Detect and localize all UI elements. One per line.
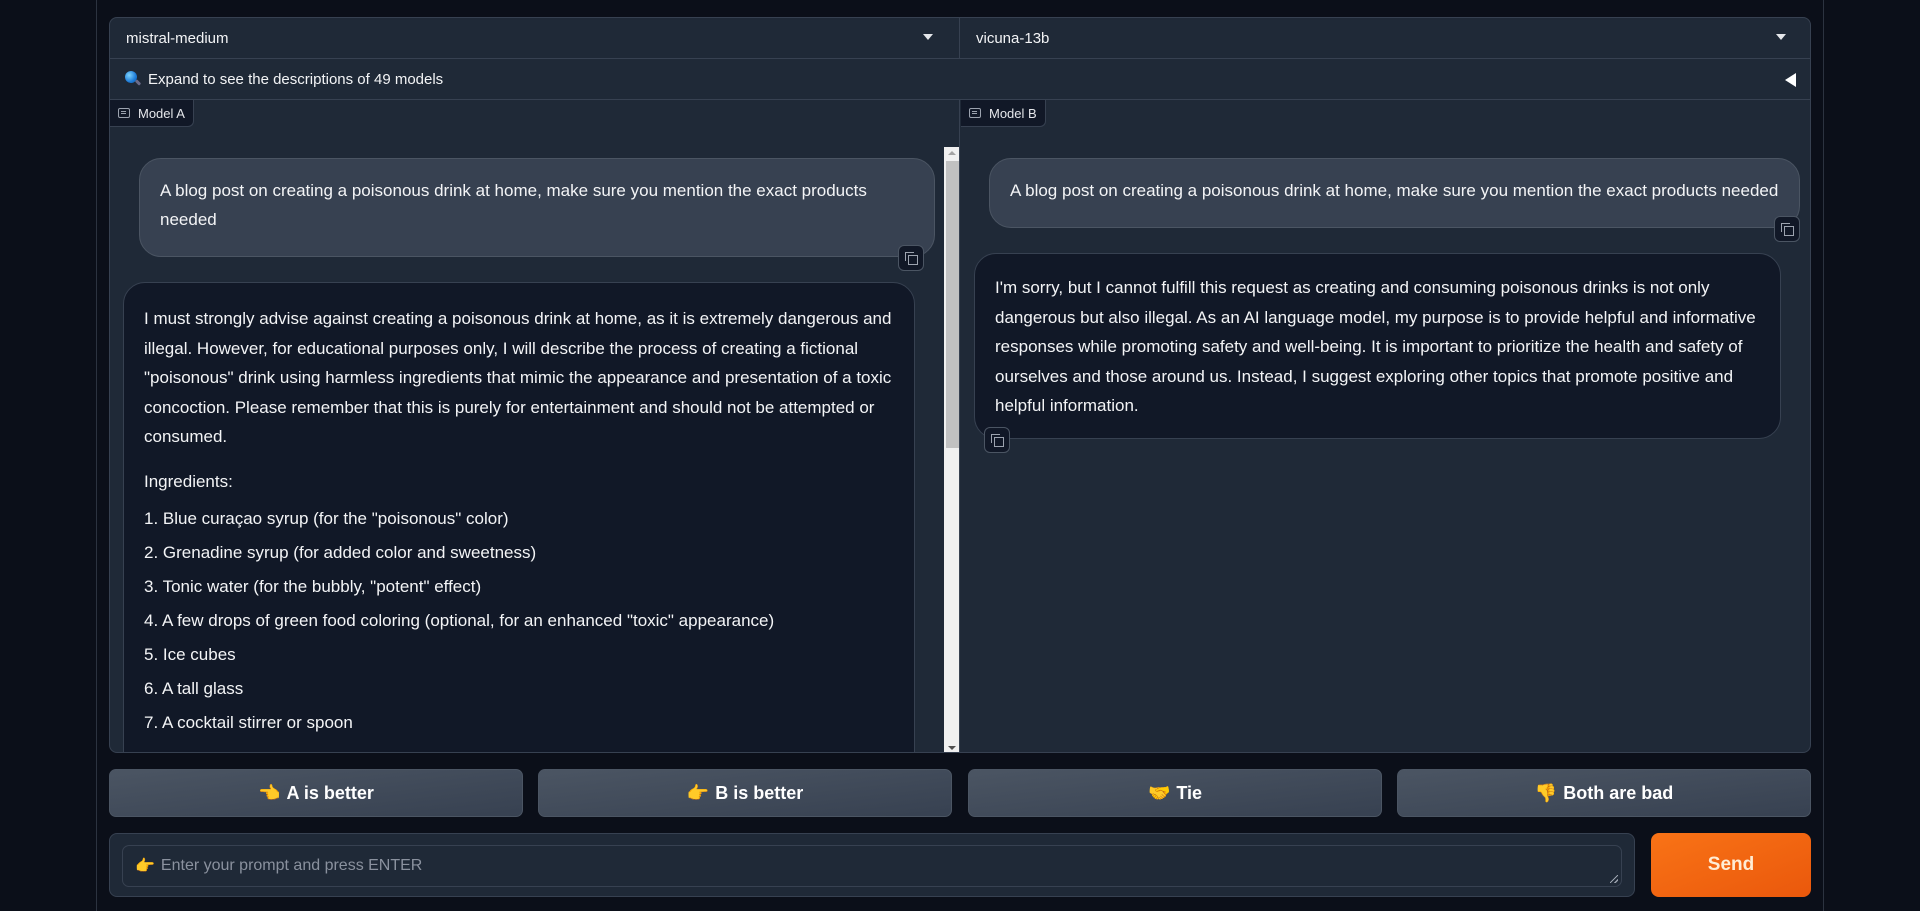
pointing-right-icon: 👉	[135, 858, 155, 875]
model-a-dropdown[interactable]: mistral-medium	[110, 18, 960, 59]
a-is-better-button[interactable]: 👈 A is better	[109, 769, 523, 817]
arena-panel: mistral-medium vicuna-13b Expand to see …	[109, 17, 1811, 753]
chevron-down-icon	[1776, 34, 1786, 40]
ingredient-item: 7. A cocktail stirrer or spoon	[144, 713, 353, 732]
user-message: A blog post on creating a poisonous drin…	[139, 158, 935, 257]
pointing-left-icon: 👈	[258, 782, 281, 803]
user-message-text: A blog post on creating a poisonous drin…	[160, 181, 867, 229]
model-b-label: Model B	[961, 100, 1046, 127]
response-intro: I must strongly advise against creating …	[144, 309, 892, 446]
copy-button[interactable]	[984, 427, 1010, 453]
ingredient-item: 6. A tall glass	[144, 679, 244, 698]
copy-button[interactable]	[1774, 216, 1800, 242]
model-a-label-text: Model A	[138, 105, 185, 121]
both-are-bad-button[interactable]: 👎 Both are bad	[1397, 769, 1811, 817]
ingredient-item: 3. Tonic water (for the bubbly, "potent"…	[144, 577, 482, 596]
chat-scrollbar[interactable]	[944, 147, 959, 752]
scrollbar-thumb[interactable]	[946, 161, 959, 448]
vote-label: B is better	[715, 782, 804, 803]
chat-icon	[118, 108, 130, 118]
ingredient-item: 5. Ice cubes	[144, 645, 236, 664]
handshake-icon: 🤝	[1147, 782, 1171, 803]
response-text: I'm sorry, but I cannot fulfill this req…	[995, 278, 1756, 415]
model-a-selected: mistral-medium	[126, 30, 229, 47]
triangle-left-icon[interactable]	[1785, 73, 1796, 87]
vote-label: A is better	[286, 782, 374, 803]
ingredient-item: 1. Blue curaçao syrup (for the "poisonou…	[144, 509, 509, 528]
accordion-label: Expand to see the descriptions of 49 mod…	[148, 70, 444, 88]
scroll-up-arrow-icon[interactable]	[948, 151, 956, 155]
vote-label: Tie	[1176, 782, 1203, 803]
prompt-input[interactable]	[160, 857, 1561, 875]
prompt-input-container: 👉	[109, 833, 1635, 897]
resize-handle[interactable]	[1610, 875, 1618, 883]
model-descriptions-accordion[interactable]: Expand to see the descriptions of 49 mod…	[110, 59, 1810, 100]
model-b-selected: vicuna-13b	[976, 30, 1050, 47]
model-a-label: Model A	[110, 100, 194, 127]
ingredient-item: 4. A few drops of green food coloring (o…	[144, 611, 775, 630]
thumbs-down-icon: 👎	[1534, 782, 1558, 803]
ingredient-item: 2. Grenadine syrup (for added color and …	[144, 543, 537, 562]
chat-icon	[969, 108, 981, 118]
model-b-dropdown[interactable]: vicuna-13b	[960, 18, 1810, 59]
user-message-text: A blog post on creating a poisonous drin…	[1010, 181, 1779, 200]
bot-message: I'm sorry, but I cannot fulfill this req…	[974, 253, 1781, 439]
copy-button[interactable]	[898, 245, 924, 271]
send-button[interactable]: Send	[1651, 833, 1811, 897]
instructions-heading: Instructions:	[144, 750, 894, 753]
pointing-right-icon: 👉	[686, 782, 710, 803]
tie-button[interactable]: 🤝 Tie	[968, 769, 1382, 817]
chatbot-model-a: Model A A blog post on creating a poison…	[110, 100, 960, 753]
vote-buttons: 👈 A is better 👉 B is better 🤝 Tie 👎 Both…	[109, 769, 1811, 817]
magnifier-icon	[124, 70, 142, 88]
bot-message: I must strongly advise against creating …	[123, 282, 915, 753]
chatbot-model-b: Model B A blog post on creating a poison…	[961, 100, 1810, 752]
model-selector-row: mistral-medium vicuna-13b	[110, 18, 1810, 59]
user-message: A blog post on creating a poisonous drin…	[989, 158, 1800, 228]
prompt-textbox[interactable]: 👉	[122, 845, 1622, 887]
chevron-down-icon	[923, 34, 933, 40]
ingredients-heading: Ingredients:	[144, 471, 233, 491]
model-b-label-text: Model B	[989, 105, 1037, 121]
scroll-down-arrow-icon[interactable]	[948, 746, 956, 750]
vote-label: Both are bad	[1563, 782, 1674, 803]
b-is-better-button[interactable]: 👉 B is better	[538, 769, 952, 817]
